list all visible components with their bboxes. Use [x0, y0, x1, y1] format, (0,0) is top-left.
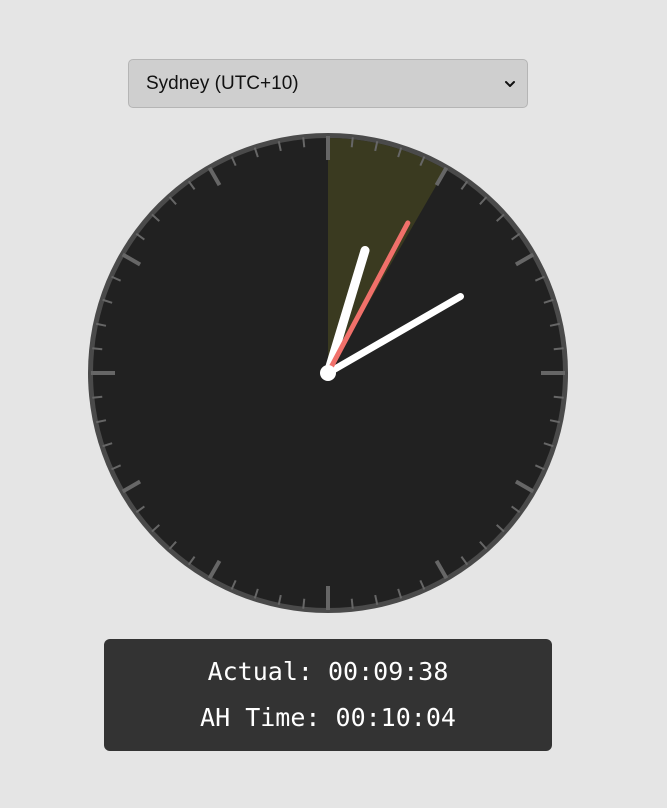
minute-tick — [553, 395, 564, 399]
ah-time-label: AH Time: — [200, 703, 321, 732]
ah-time-line: AH Time: 00:10:04 — [200, 701, 456, 735]
chevron-down-icon — [505, 80, 515, 87]
timezone-select-value: Sydney (UTC+10) — [146, 72, 299, 94]
time-readout: Actual: 00:09:38 AH Time: 00:10:04 — [104, 639, 552, 751]
timezone-select[interactable]: Sydney (UTC+10) — [128, 59, 528, 108]
minute-tick — [350, 137, 354, 148]
actual-time-label: Actual: — [207, 657, 313, 686]
ah-time-value: 00:10:04 — [335, 703, 456, 732]
analog-clock — [88, 133, 568, 613]
minute-tick — [302, 598, 306, 609]
actual-time-value: 00:09:38 — [328, 657, 449, 686]
minute-tick — [92, 395, 103, 399]
minute-tick — [553, 347, 564, 351]
minute-tick — [350, 598, 354, 609]
actual-time-line: Actual: 00:09:38 — [208, 655, 449, 689]
center-pin — [320, 365, 336, 381]
minute-tick — [302, 137, 306, 148]
minute-tick — [92, 347, 103, 351]
